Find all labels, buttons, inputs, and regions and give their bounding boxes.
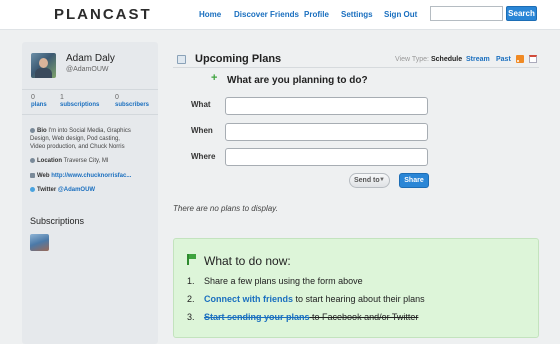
when-label: When xyxy=(191,126,213,135)
view-past[interactable]: Past xyxy=(496,56,511,63)
connect-with-friends-link[interactable]: Connect with friends xyxy=(204,294,293,304)
todo-item-text: to start hearing about their plans xyxy=(293,294,425,304)
where-label: Where xyxy=(191,152,216,161)
stat-subscribers[interactable]: 0 subscribers xyxy=(115,94,149,108)
search-input[interactable] xyxy=(430,6,503,21)
stat-subscriptions[interactable]: 1 subscriptions xyxy=(60,94,99,108)
bio-line: Bio I'm into Social Media, Graphics xyxy=(30,127,131,135)
top-bar: PLANCAST Home Discover Friends Profile S… xyxy=(0,0,560,30)
share-button[interactable]: Share xyxy=(399,173,429,188)
bio-text-3: Video production, and Chuck Norris xyxy=(30,144,125,150)
bio-text-2: Design, Web design, Pod casting, xyxy=(30,136,120,142)
stat-plans[interactable]: 0 plans xyxy=(31,94,47,108)
view-stream[interactable]: Stream xyxy=(466,56,490,63)
view-schedule[interactable]: Schedule xyxy=(431,56,462,63)
todo-item-2: 2. Connect with friends to start hearing … xyxy=(187,294,425,304)
twitter-link[interactable]: @AdamOUW xyxy=(58,187,95,193)
todo-box xyxy=(173,238,539,338)
nav-settings[interactable]: Settings xyxy=(341,10,373,19)
nav-sign-out[interactable]: Sign Out xyxy=(384,10,417,19)
twitter-icon xyxy=(30,186,35,192)
plus-icon: + xyxy=(211,72,218,84)
location-value: Traverse City, MI xyxy=(63,158,109,164)
location-icon xyxy=(30,157,35,163)
send-to-label: Send to xyxy=(354,177,380,184)
view-type-label: View Type: xyxy=(395,56,429,63)
location-label: Location xyxy=(37,158,62,164)
todo-item-text: to Facebook and/or Twitter xyxy=(309,312,419,322)
calendar-export-icon[interactable] xyxy=(529,55,537,63)
stat-plans-count: 0 xyxy=(31,94,35,101)
start-sending-plans-link[interactable]: Start sending your plans xyxy=(204,312,310,322)
profile-sidebar: Adam Daly @AdamOUW 0 plans 1 subscriptio… xyxy=(22,42,158,344)
stat-subscriptions-count: 1 xyxy=(60,94,64,101)
todo-item-text: Share a few plans using the form above xyxy=(204,276,363,286)
send-to-dropdown[interactable]: Send to ▼ xyxy=(349,173,390,188)
twitter-line: Twitter @AdamOUW xyxy=(30,186,95,194)
stat-plans-label: plans xyxy=(31,102,47,108)
plancast-logo[interactable]: PLANCAST xyxy=(54,6,152,23)
flag-icon xyxy=(187,254,196,265)
profile-name: Adam Daly xyxy=(66,53,115,64)
bio-text-1: I'm into Social Media, Graphics xyxy=(48,128,131,134)
web-link[interactable]: http://www.chucknorrisfac... xyxy=(51,173,131,179)
todo-item-1: 1. Share a few plans using the form above xyxy=(187,276,363,286)
web-icon xyxy=(30,172,35,178)
stat-subscribers-count: 0 xyxy=(115,94,119,101)
nav-profile[interactable]: Profile xyxy=(304,10,329,19)
todo-title: What to do now: xyxy=(204,254,291,268)
avatar-face-shape xyxy=(39,58,48,68)
page-title: Upcoming Plans xyxy=(195,53,282,65)
profile-handle: @AdamOUW xyxy=(66,66,109,73)
todo-item-number: 3. xyxy=(187,312,195,322)
what-label: What xyxy=(191,100,211,109)
plan-form-question: What are you planning to do? xyxy=(227,75,368,86)
rss-icon[interactable] xyxy=(516,55,524,63)
todo-item-number: 2. xyxy=(187,294,195,304)
when-field[interactable] xyxy=(225,123,428,141)
location-line: Location Traverse City, MI xyxy=(30,157,109,165)
web-label: Web xyxy=(37,173,50,179)
stat-subscribers-label: subscribers xyxy=(115,102,150,108)
stat-subscriptions-label: subscriptions xyxy=(60,102,100,108)
web-line: Web http://www.chucknorrisfac... xyxy=(30,172,131,180)
empty-plans-message: There are no plans to display. xyxy=(173,204,278,213)
subscription-avatar[interactable] xyxy=(30,234,49,251)
avatar[interactable] xyxy=(31,53,56,78)
profile-stats: 0 plans 1 subscriptions 0 subscribers xyxy=(22,89,158,115)
todo-item-number: 1. xyxy=(187,276,195,286)
nav-home[interactable]: Home xyxy=(199,10,221,19)
todo-item-3: 3. Start sending your plans to Facebook a… xyxy=(187,312,418,322)
nav-discover-friends[interactable]: Discover Friends xyxy=(234,10,299,19)
search-button[interactable]: Search xyxy=(506,6,537,21)
chevron-down-icon: ▼ xyxy=(379,177,385,183)
calendar-list-icon xyxy=(177,55,186,64)
avatar-body-shape xyxy=(35,68,52,78)
bio-label: Bio xyxy=(37,128,47,134)
twitter-label: Twitter xyxy=(37,187,57,193)
bio-icon xyxy=(30,127,35,133)
subscriptions-title: Subscriptions xyxy=(30,216,85,226)
header-divider xyxy=(173,67,539,68)
what-field[interactable] xyxy=(225,97,428,115)
where-field[interactable] xyxy=(225,148,428,166)
